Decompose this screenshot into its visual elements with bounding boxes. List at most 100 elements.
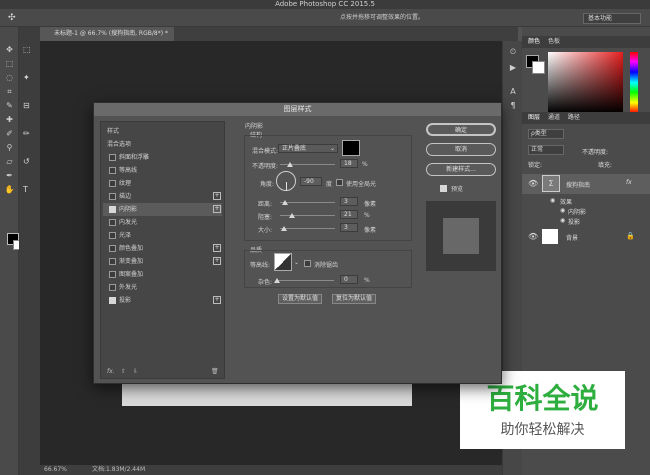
document-tab[interactable]: 未标题-1 @ 66.7% (搜狗指南, RGB/8*) * [40,27,174,41]
move-icon[interactable]: ✥ [3,45,16,55]
stamp-icon[interactable]: ⚲ [3,143,16,153]
opacity-input[interactable]: 18 [340,159,358,168]
trash-icon[interactable]: 🗑 [211,368,219,375]
healing-icon[interactable]: ✚ [3,115,16,125]
new-style-button[interactable]: 新建样式... [426,163,496,176]
style-checkbox[interactable] [109,206,116,213]
style-list-item[interactable]: 斜面和浮雕 [103,151,222,164]
layer-kind-filter[interactable]: ρ类型 [528,129,564,139]
hand-icon[interactable]: ✋ [3,185,16,195]
size-slider[interactable] [280,228,335,229]
character-icon[interactable]: A [507,87,519,99]
shadow-color-swatch[interactable] [342,140,360,156]
cancel-button[interactable]: 取消 [426,143,496,156]
style-list-item[interactable]: 样式 [103,125,222,138]
eyedropper-icon[interactable]: ✎ [3,101,16,111]
add-effect-button[interactable]: + [213,296,221,304]
style-list-item[interactable]: 光泽 [103,229,222,242]
noise-input[interactable]: 0 [340,275,358,284]
style-list-item[interactable]: 渐变叠加 + [103,255,222,268]
color-spectrum[interactable] [548,52,623,113]
style-list-item[interactable]: 投影 + [103,294,222,307]
style-checkbox[interactable] [109,271,116,278]
style-list-item[interactable]: 内阴影 + [103,203,222,216]
tab-channels[interactable]: 通道 [548,114,560,121]
dialog-title[interactable]: 图层样式 [94,103,501,116]
add-effect-button[interactable]: + [213,205,221,213]
style-checkbox[interactable] [109,154,116,161]
pencil-icon[interactable]: ✏ [23,129,30,138]
distance-slider-knob[interactable] [282,200,288,205]
move-down-icon[interactable]: ⇩ [133,368,138,375]
size-slider-knob[interactable] [281,226,287,231]
global-light-checkbox[interactable] [336,179,343,186]
style-checkbox[interactable] [109,297,116,304]
angle-dial[interactable] [276,171,296,191]
add-effect-button[interactable]: + [213,257,221,265]
layer-row[interactable]: 👁 背景 🔒 [522,228,650,246]
chevron-down-icon[interactable]: ⌄ [294,259,299,266]
ruler-icon[interactable]: ⊟ [23,101,30,110]
style-checkbox[interactable] [109,180,116,187]
style-list-item[interactable]: 等高线 [103,164,222,177]
move-tool-icon[interactable]: ✣ [8,9,16,27]
style-checkbox[interactable] [109,232,116,239]
magic-wand-icon[interactable]: ✦ [23,73,30,82]
visibility-eye-icon[interactable]: 👁 [528,232,538,241]
style-list-item[interactable]: 描边 + [103,190,222,203]
history-icon[interactable]: ⏲ [507,47,519,59]
set-default-button[interactable]: 设置为默认值 [278,294,322,304]
style-list-item[interactable]: 内发光 [103,216,222,229]
distance-input[interactable]: 3 [340,197,358,206]
add-effect-button[interactable]: + [213,192,221,200]
crop-icon[interactable]: ⌗ [3,87,16,97]
paragraph-icon[interactable]: ¶ [507,101,519,113]
noise-slider[interactable] [276,280,334,281]
actions-icon[interactable]: ▶ [507,63,519,75]
style-checkbox[interactable] [109,167,116,174]
choke-input[interactable]: 21 [340,210,358,219]
fx-menu-button[interactable]: fx. [107,368,115,375]
pen-icon[interactable]: ✒ [3,171,16,181]
style-checkbox[interactable] [109,193,116,200]
lasso-icon[interactable]: ◌ [3,73,16,83]
opacity-slider-knob[interactable] [286,162,293,167]
eraser-icon[interactable]: ▱ [3,157,16,167]
style-checkbox[interactable] [109,258,116,265]
zoom-level[interactable]: 66.67% [44,465,67,475]
blend-mode-select[interactable]: 正片叠底 ⌄ [278,144,338,153]
history-brush-icon[interactable]: ↺ [23,157,30,166]
visibility-eye-icon[interactable]: 👁 [528,179,538,188]
layer-row[interactable]: 👁 Σ 搜狗指南 fx [522,174,650,194]
brush-icon[interactable]: ✐ [3,129,16,139]
layer-blend-mode[interactable]: 正常 [528,145,564,155]
artboard-icon[interactable]: ⬚ [23,45,31,54]
distance-slider[interactable] [280,202,335,203]
effect-visibility-icon[interactable]: ◉ [560,207,565,214]
style-checkbox[interactable] [109,245,116,252]
choke-slider-knob[interactable] [289,213,295,218]
style-list-item[interactable]: 混合选项 [103,138,222,151]
style-checkbox[interactable] [109,284,116,291]
effect-visibility-icon[interactable]: ◉ [560,217,565,224]
move-up-icon[interactable]: ⇧ [121,368,126,375]
layer-name[interactable]: 搜狗指南 [566,180,590,189]
style-list-item[interactable]: 纹理 [103,177,222,190]
add-effect-button[interactable]: + [213,244,221,252]
layer-name[interactable]: 背景 [566,233,578,242]
contour-picker[interactable] [274,253,292,271]
size-input[interactable]: 3 [340,223,358,232]
fx-badge[interactable]: fx [626,179,632,186]
style-list-item[interactable]: 外发光 [103,281,222,294]
tab-paths[interactable]: 路径 [568,114,580,121]
type-icon[interactable]: T [23,185,28,194]
preview-checkbox[interactable] [440,185,447,192]
workspace-select[interactable]: 基本功能 [583,13,641,24]
color-bg-swatch[interactable] [532,61,545,74]
style-list-item[interactable]: 图案叠加 [103,268,222,281]
antialias-checkbox[interactable] [304,260,311,267]
noise-slider-knob[interactable] [274,278,280,283]
style-checkbox[interactable] [109,219,116,226]
tab-swatches[interactable]: 色板 [548,38,560,45]
marquee-icon[interactable]: ⬚ [3,59,16,69]
